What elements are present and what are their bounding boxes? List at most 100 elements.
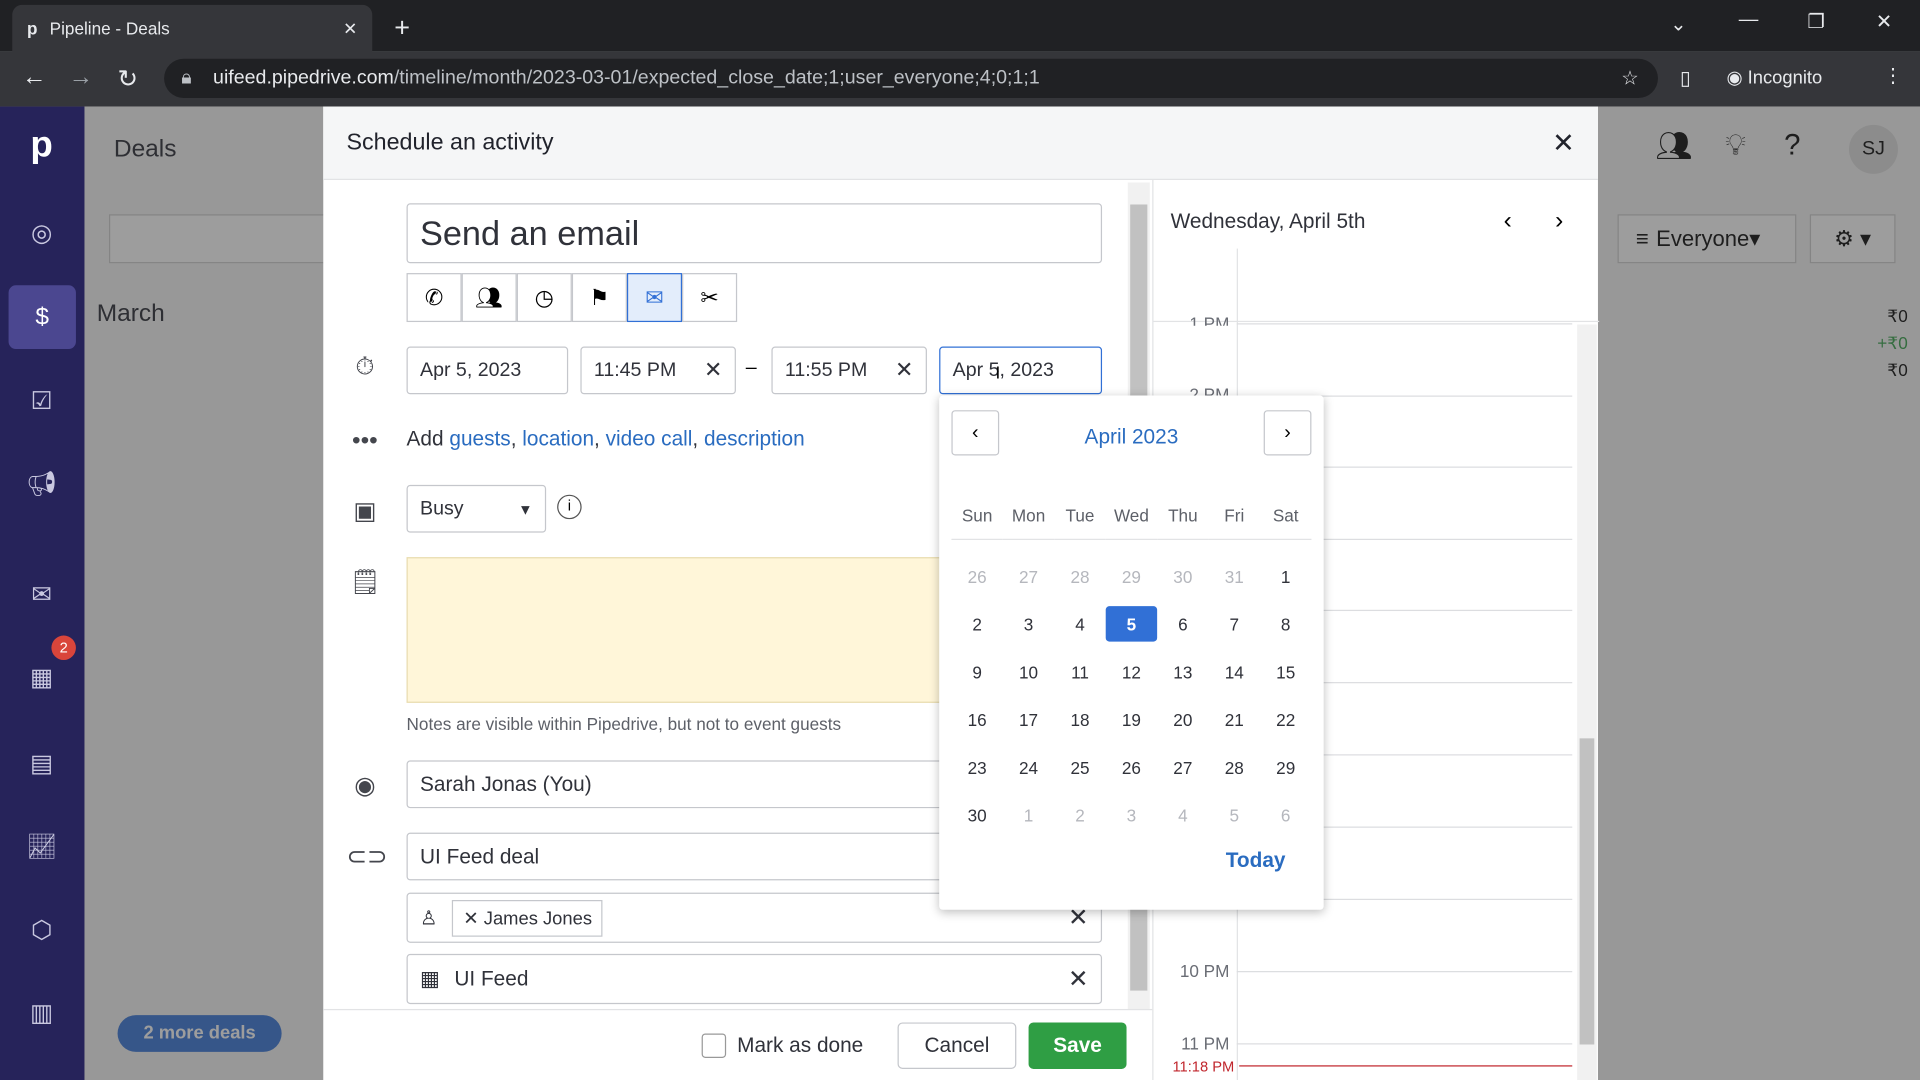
day-cell[interactable]: 17 bbox=[1003, 696, 1054, 744]
day-cell[interactable]: 27 bbox=[1157, 743, 1208, 791]
day-cell[interactable]: 14 bbox=[1209, 648, 1260, 696]
tab-search-icon[interactable]: ⌄ bbox=[1670, 12, 1686, 36]
day-cell[interactable]: 29 bbox=[1260, 743, 1311, 791]
day-cell[interactable]: 26 bbox=[951, 552, 1002, 600]
day-cell[interactable]: 27 bbox=[1003, 552, 1054, 600]
deadline-type-icon[interactable]: ⚑ bbox=[571, 273, 627, 323]
day-cell[interactable]: 30 bbox=[1157, 552, 1208, 600]
mail-icon[interactable]: ✉ bbox=[17, 569, 66, 618]
insights-icon[interactable]: 📈︎ bbox=[17, 822, 66, 871]
day-cell[interactable]: 16 bbox=[951, 696, 1002, 744]
incognito-profile[interactable]: ◉ Incognito bbox=[1727, 66, 1823, 88]
day-cell-selected[interactable]: 5 bbox=[1105, 606, 1158, 642]
close-window-button[interactable]: ✕ bbox=[1876, 10, 1892, 34]
day-cell[interactable]: 20 bbox=[1157, 696, 1208, 744]
day-cell[interactable]: 2 bbox=[951, 600, 1002, 648]
minimize-button[interactable]: — bbox=[1739, 10, 1759, 32]
remove-person-icon[interactable]: ✕ bbox=[463, 908, 484, 929]
browser-tab[interactable]: p Pipeline - Deals ✕ bbox=[12, 4, 373, 52]
day-cell[interactable]: 28 bbox=[1054, 552, 1105, 600]
day-cell[interactable]: 24 bbox=[1003, 743, 1054, 791]
day-cell[interactable]: 15 bbox=[1260, 648, 1311, 696]
day-cell[interactable]: 4 bbox=[1157, 791, 1208, 839]
close-tab-icon[interactable]: ✕ bbox=[343, 18, 357, 39]
start-time-input[interactable]: 11:45 PM ✕ bbox=[580, 346, 736, 395]
new-tab-button[interactable]: + bbox=[394, 12, 410, 44]
agenda-next-icon[interactable]: › bbox=[1555, 207, 1563, 235]
day-cell[interactable]: 6 bbox=[1260, 791, 1311, 839]
info-icon[interactable]: i bbox=[557, 494, 582, 520]
day-cell[interactable]: 4 bbox=[1054, 600, 1105, 648]
day-cell[interactable]: 21 bbox=[1209, 696, 1260, 744]
browser-menu-icon[interactable]: ⋮ bbox=[1883, 64, 1903, 88]
day-cell[interactable]: 3 bbox=[1106, 791, 1157, 839]
save-button[interactable]: Save bbox=[1028, 1022, 1127, 1069]
busy-select[interactable]: Busy ▼ bbox=[406, 484, 547, 533]
day-cell[interactable]: 31 bbox=[1209, 552, 1260, 600]
side-panel-icon[interactable]: ▯ bbox=[1680, 66, 1691, 90]
call-type-icon[interactable]: ✆ bbox=[406, 273, 462, 323]
clear-start-time-icon[interactable]: ✕ bbox=[704, 358, 722, 384]
day-cell[interactable]: 1 bbox=[1260, 552, 1311, 600]
bookmark-star-icon[interactable]: ☆ bbox=[1621, 66, 1639, 90]
mark-done-label[interactable]: Mark as done bbox=[737, 1033, 863, 1057]
campaigns-icon[interactable]: 📢︎ bbox=[17, 459, 66, 508]
task-type-icon[interactable]: ◷ bbox=[516, 273, 572, 323]
day-cell[interactable]: 10 bbox=[1003, 648, 1054, 696]
day-cell[interactable]: 23 bbox=[951, 743, 1002, 791]
day-cell[interactable]: 6 bbox=[1157, 600, 1208, 648]
organization-input[interactable]: ▦ UI Feed ✕ bbox=[406, 953, 1103, 1005]
marketplace-icon[interactable]: ▥ bbox=[17, 988, 66, 1037]
day-cell[interactable]: 25 bbox=[1054, 743, 1105, 791]
end-date-input[interactable]: Apr 5, 2023 bbox=[939, 346, 1103, 395]
agenda-scrollbar[interactable] bbox=[1577, 324, 1597, 1080]
forward-icon[interactable]: → bbox=[69, 64, 93, 92]
clear-organization-icon[interactable]: ✕ bbox=[1068, 964, 1089, 995]
email-type-icon[interactable]: ✉ bbox=[626, 273, 683, 323]
reload-icon[interactable]: ↻ bbox=[118, 64, 139, 95]
products-icon[interactable]: ⬡ bbox=[17, 905, 66, 954]
day-cell[interactable]: 5 bbox=[1209, 791, 1260, 839]
back-icon[interactable]: ← bbox=[22, 64, 46, 92]
cancel-button[interactable]: Cancel bbox=[897, 1022, 1017, 1069]
day-cell[interactable]: 22 bbox=[1260, 696, 1311, 744]
pipedrive-logo[interactable]: p bbox=[17, 121, 66, 170]
activities-icon[interactable]: ☑ bbox=[17, 376, 66, 425]
mark-done-checkbox[interactable] bbox=[701, 1033, 727, 1058]
close-icon[interactable]: ✕ bbox=[1552, 127, 1575, 159]
day-cell[interactable]: 26 bbox=[1106, 743, 1157, 791]
day-cell[interactable]: 1 bbox=[1003, 791, 1054, 839]
meeting-type-icon[interactable]: 👥︎ bbox=[461, 273, 517, 323]
deals-icon[interactable]: $ bbox=[8, 285, 76, 349]
leads-icon[interactable]: ◎ bbox=[17, 208, 66, 257]
add-description-link[interactable]: description bbox=[704, 427, 805, 450]
day-cell[interactable]: 30 bbox=[951, 791, 1002, 839]
today-button[interactable]: Today bbox=[1226, 849, 1286, 873]
agenda-prev-icon[interactable]: ‹ bbox=[1504, 207, 1512, 235]
subject-input[interactable]: Send an email bbox=[406, 203, 1103, 264]
add-location-link[interactable]: location bbox=[522, 427, 594, 450]
next-month-button[interactable]: › bbox=[1263, 410, 1312, 456]
day-cell[interactable]: 9 bbox=[951, 648, 1002, 696]
url-field[interactable]: 🔒︎ uifeed.pipedrive.com/timeline/month/20… bbox=[164, 58, 1658, 98]
day-cell[interactable]: 28 bbox=[1209, 743, 1260, 791]
start-date-input[interactable]: Apr 5, 2023 bbox=[406, 346, 569, 395]
day-cell[interactable]: 2 bbox=[1054, 791, 1105, 839]
day-cell[interactable]: 12 bbox=[1106, 648, 1157, 696]
day-cell[interactable]: 13 bbox=[1157, 648, 1208, 696]
day-cell[interactable]: 3 bbox=[1003, 600, 1054, 648]
restore-button[interactable]: ❐ bbox=[1807, 10, 1825, 34]
add-video-call-link[interactable]: video call bbox=[606, 427, 693, 450]
day-cell[interactable]: 29 bbox=[1106, 552, 1157, 600]
add-guests-link[interactable]: guests bbox=[449, 427, 510, 450]
day-cell[interactable]: 18 bbox=[1054, 696, 1105, 744]
lunch-type-icon[interactable]: ✂ bbox=[682, 273, 738, 323]
end-time-input[interactable]: 11:55 PM ✕ bbox=[771, 346, 927, 395]
day-cell[interactable]: 19 bbox=[1106, 696, 1157, 744]
calendar-icon[interactable]: ▦ bbox=[17, 653, 66, 702]
day-cell[interactable]: 7 bbox=[1209, 600, 1260, 648]
day-cell[interactable]: 8 bbox=[1260, 600, 1311, 648]
day-cell[interactable]: 11 bbox=[1054, 648, 1105, 696]
clear-end-time-icon[interactable]: ✕ bbox=[895, 358, 913, 384]
contacts-icon[interactable]: ▤ bbox=[17, 738, 66, 787]
